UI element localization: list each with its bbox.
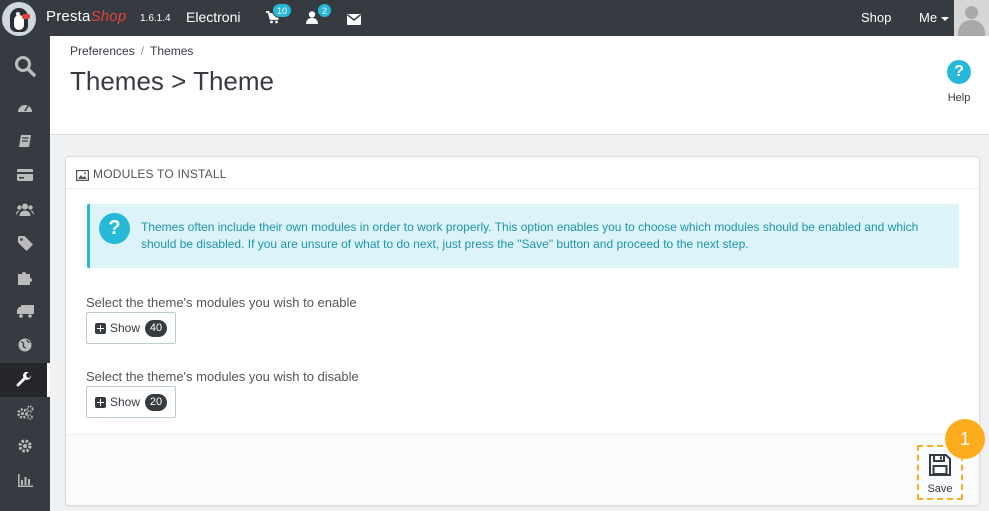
store-name[interactable]: Electroni bbox=[186, 9, 240, 25]
stats-chart-icon[interactable] bbox=[0, 463, 50, 497]
show-button-label: Show bbox=[110, 395, 141, 409]
panel-footer: Save bbox=[66, 434, 979, 505]
cart-count-badge: 10 bbox=[272, 3, 293, 18]
show-button-label: Show bbox=[110, 321, 141, 335]
modules-to-install-panel: MODULES TO INSTALL ? Themes often includ… bbox=[65, 156, 980, 506]
advanced-parameters-cogs-icon[interactable] bbox=[0, 395, 50, 429]
messages-icon[interactable] bbox=[347, 12, 361, 30]
help-label: Help bbox=[947, 92, 971, 104]
step-number-badge: 1 bbox=[945, 419, 985, 459]
version-label: 1.6.1.4 bbox=[140, 13, 171, 24]
shipping-truck-icon[interactable] bbox=[0, 294, 50, 328]
administration-gear-icon[interactable] bbox=[0, 429, 50, 463]
page-title: Themes > Theme bbox=[70, 66, 275, 96]
disable-count-badge: 20 bbox=[145, 393, 168, 411]
localization-globe-icon[interactable] bbox=[0, 328, 50, 362]
modules-puzzle-icon[interactable] bbox=[0, 260, 50, 294]
alert-message: Themes often include their own modules i… bbox=[141, 220, 919, 251]
customers-icon[interactable] bbox=[306, 11, 318, 29]
sidebar bbox=[0, 36, 50, 511]
me-menu[interactable]: Me bbox=[919, 10, 950, 25]
avatar[interactable] bbox=[954, 0, 989, 36]
dashboard-icon[interactable] bbox=[0, 90, 50, 124]
orders-icon[interactable] bbox=[0, 124, 50, 158]
plus-square-icon bbox=[95, 322, 106, 334]
breadcrumb: Preferences / Themes bbox=[70, 44, 194, 58]
enable-modules-label: Select the theme's modules you wish to e… bbox=[86, 295, 357, 310]
panel-title: MODULES TO INSTALL bbox=[93, 167, 227, 181]
preferences-wrench-icon[interactable] bbox=[0, 363, 50, 397]
panel-heading: MODULES TO INSTALL bbox=[66, 157, 979, 189]
customers-icon[interactable] bbox=[0, 192, 50, 226]
save-label: Save bbox=[927, 483, 953, 495]
shop-link[interactable]: Shop bbox=[861, 10, 891, 25]
page-header: Preferences / Themes Themes > Theme ? Help bbox=[50, 36, 989, 135]
help-icon: ? bbox=[947, 60, 971, 84]
disable-modules-label: Select the theme's modules you wish to d… bbox=[86, 369, 359, 384]
question-icon: ? bbox=[99, 213, 130, 244]
breadcrumb-themes[interactable]: Themes bbox=[150, 44, 193, 58]
catalog-icon[interactable] bbox=[0, 158, 50, 192]
enable-count-badge: 40 bbox=[145, 319, 168, 337]
customers-count-badge: 2 bbox=[317, 3, 333, 18]
show-enable-modules-button[interactable]: Show 40 bbox=[86, 312, 177, 344]
top-bar: PrestaShop 1.6.1.4 Electroni 10 2 Shop M… bbox=[0, 0, 989, 36]
help-button[interactable]: ? Help bbox=[945, 60, 973, 104]
image-icon bbox=[76, 168, 90, 186]
show-disable-modules-button[interactable]: Show 20 bbox=[86, 386, 177, 418]
sidebar-toggle-icon[interactable] bbox=[0, 497, 50, 511]
price-rules-tag-icon[interactable] bbox=[0, 226, 50, 260]
prestashop-logo-icon[interactable] bbox=[2, 2, 36, 36]
search-icon[interactable] bbox=[0, 49, 50, 83]
info-alert: ? Themes often include their own modules… bbox=[87, 204, 959, 268]
breadcrumb-preferences[interactable]: Preferences bbox=[70, 44, 135, 58]
floppy-disk-icon bbox=[929, 454, 951, 476]
brand-name[interactable]: PrestaShop bbox=[46, 8, 126, 25]
chevron-down-icon bbox=[941, 16, 950, 21]
plus-square-icon bbox=[95, 396, 106, 408]
